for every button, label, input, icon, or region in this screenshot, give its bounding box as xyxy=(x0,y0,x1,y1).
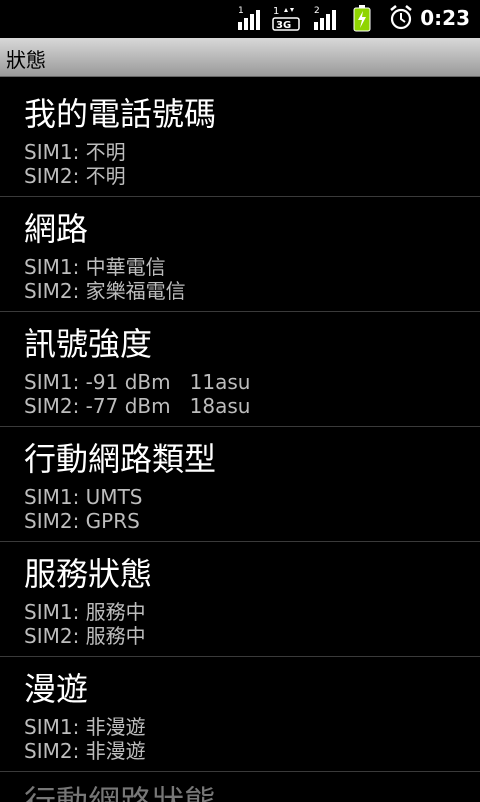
item-title: 行動網路狀態 xyxy=(24,783,217,802)
list-item-network[interactable]: 網路 SIM1: 中華電信 SIM2: 家樂福電信 xyxy=(0,197,480,312)
item-sim1-value: SIM1: UMTS xyxy=(24,485,143,509)
clock: 0:23 xyxy=(420,6,470,30)
3g-data-icon: 1 3G xyxy=(272,6,300,31)
item-title: 網路 xyxy=(24,210,89,248)
sim1-signal-icon: 1 xyxy=(238,6,260,30)
item-sim2-value: SIM2: 家樂福電信 xyxy=(24,279,186,303)
svg-text:1: 1 xyxy=(273,6,279,17)
item-sim2-value: SIM2: 非漫遊 xyxy=(24,739,146,763)
battery-charging-icon xyxy=(353,5,371,32)
list-item-network-type[interactable]: 行動網路類型 SIM1: UMTS SIM2: GPRS xyxy=(0,427,480,542)
item-sim2-value: SIM2: GPRS xyxy=(24,509,140,533)
status-list: 我的電話號碼 SIM1: 不明 SIM2: 不明 網路 SIM1: 中華電信 S… xyxy=(0,82,480,802)
item-sim1-value: SIM1: 中華電信 xyxy=(24,255,166,279)
list-item-signal-strength[interactable]: 訊號強度 SIM1: -91 dBm 11asu SIM2: -77 dBm 1… xyxy=(0,312,480,427)
item-sim2-value: SIM2: 服務中 xyxy=(24,624,146,648)
item-title: 漫遊 xyxy=(24,670,89,708)
list-item-roaming[interactable]: 漫遊 SIM1: 非漫遊 SIM2: 非漫遊 xyxy=(0,657,480,772)
item-title: 服務狀態 xyxy=(24,555,153,593)
title-bar: 狀態 xyxy=(0,38,480,77)
item-sim1-value: SIM1: 服務中 xyxy=(24,600,146,624)
sim2-signal-icon: 2 xyxy=(314,6,336,30)
item-sim2-value: SIM2: 不明 xyxy=(24,164,126,188)
item-sim1-value: SIM1: -91 dBm 11asu xyxy=(24,370,251,394)
status-bar: 1 1 3G 2 0:23 xyxy=(0,0,480,38)
item-sim2-value: SIM2: -77 dBm 18asu xyxy=(24,394,251,418)
alarm-icon xyxy=(390,5,412,30)
item-title: 行動網路類型 xyxy=(24,440,217,478)
svg-text:1: 1 xyxy=(238,6,244,16)
list-item-partial[interactable]: 行動網路狀態 xyxy=(0,772,480,802)
page-title: 狀態 xyxy=(6,48,46,72)
item-sim1-value: SIM1: 不明 xyxy=(24,140,126,164)
list-item-service-state[interactable]: 服務狀態 SIM1: 服務中 SIM2: 服務中 xyxy=(0,542,480,657)
item-sim1-value: SIM1: 非漫遊 xyxy=(24,715,146,739)
list-item-phone-number[interactable]: 我的電話號碼 SIM1: 不明 SIM2: 不明 xyxy=(0,82,480,197)
item-title: 訊號強度 xyxy=(24,325,153,363)
svg-text:3G: 3G xyxy=(276,20,291,31)
item-title: 我的電話號碼 xyxy=(24,95,217,133)
svg-text:2: 2 xyxy=(314,6,320,16)
